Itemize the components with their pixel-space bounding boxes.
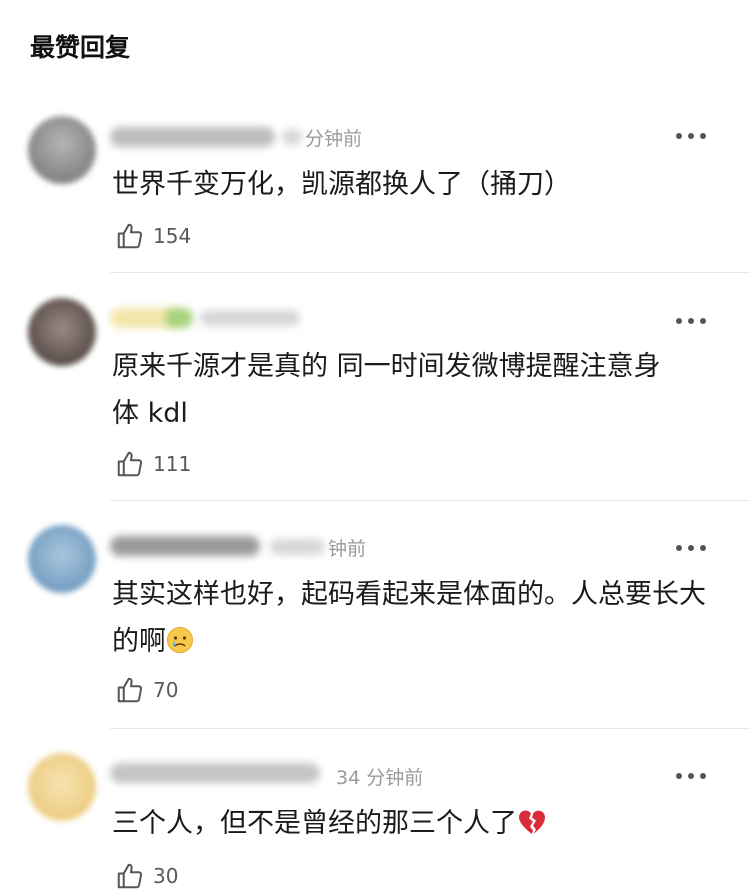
comment-text-body: 三个人，但不是曾经的那三个人了 [112,808,517,839]
username[interactable] [110,536,260,556]
avatar[interactable] [28,298,96,366]
comment-text: 原来千源才是真的 同一时间发微博提醒注意身体 kdl [112,351,661,429]
avatar[interactable] [28,525,96,593]
username[interactable] [110,127,275,147]
like-count: 154 [153,224,192,248]
time-redacted [200,310,300,326]
username-badge [165,308,193,328]
broken-heart-icon [518,810,545,834]
divider [110,500,750,501]
comment-time: 分钟前 [305,128,363,150]
time-redacted [282,129,302,145]
avatar[interactable] [28,753,96,821]
like-button[interactable]: 111 [115,449,191,479]
comment-text-body: 其实这样也好，起码看起来是体面的。人总要长大的啊 [112,579,706,657]
avatar[interactable] [28,116,96,184]
thumbs-up-icon [117,863,143,889]
like-count: 70 [153,678,179,702]
comment-text: 其实这样也好，起码看起来是体面的。人总要长大的啊 [112,571,712,665]
more-options-button[interactable] [676,544,706,552]
like-button[interactable]: 70 [115,675,178,705]
thumbs-up-icon [117,677,143,703]
time-redacted [270,539,325,555]
more-options-button[interactable] [676,132,706,140]
like-count: 30 [153,864,179,888]
comment-text: 世界千变万化，凯源都换人了（捅刀） [112,169,571,200]
thumbs-up-icon [117,223,143,249]
username[interactable] [110,763,320,783]
more-options-button[interactable] [676,772,706,780]
section-title: 最赞回复 [30,33,131,62]
comment-time: 34 分钟前 [336,767,424,789]
comment-time: 钟前 [328,538,367,560]
divider [110,272,750,273]
more-options-button[interactable] [676,317,706,325]
comment-text: 三个人，但不是曾经的那三个人了 [112,800,712,847]
like-button[interactable]: 30 [115,861,178,891]
crying-face-icon [167,627,193,653]
thumbs-up-icon [117,451,143,477]
divider [110,728,750,729]
like-button[interactable]: 154 [115,221,191,251]
like-count: 111 [153,452,192,476]
